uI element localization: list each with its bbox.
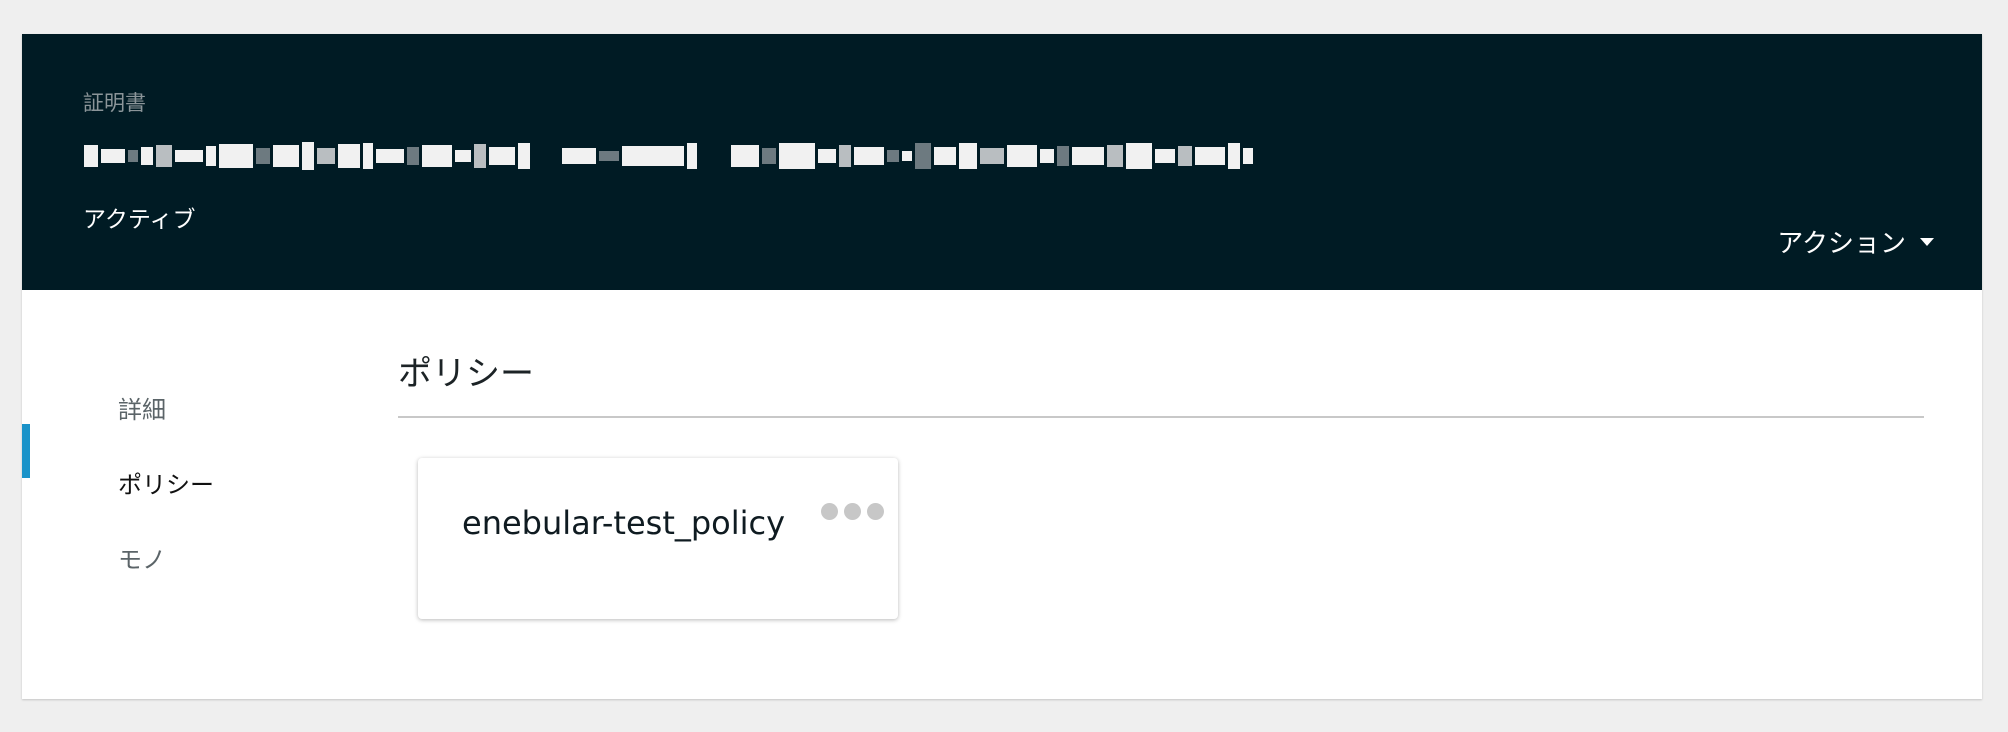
sidebar-item-things[interactable]: モノ	[118, 540, 166, 575]
certificate-id-redacted	[84, 134, 1253, 178]
certificate-status: アクティブ	[83, 207, 196, 233]
menu-dot	[821, 503, 838, 520]
sidebar-item-details[interactable]: 詳細	[118, 390, 166, 425]
nav-active-indicator	[22, 424, 30, 478]
certificate-header: 証明書 アクティブ アクション	[22, 34, 1982, 290]
header-label: 証明書	[83, 91, 146, 115]
section-title: ポリシー	[398, 354, 534, 394]
policy-card[interactable]: enebular-test_policy	[418, 458, 898, 619]
actions-dropdown-button[interactable]: アクション	[1777, 221, 1934, 261]
caret-down-icon	[1920, 238, 1934, 246]
policy-name-link[interactable]: enebular-test_policy	[462, 504, 785, 542]
actions-button-label: アクション	[1777, 228, 1906, 259]
certificate-detail-panel: 証明書 アクティブ アクション 詳細 ポリシー モノ ポリシー enebular…	[22, 34, 1982, 699]
more-horizontal-icon[interactable]	[821, 503, 884, 520]
menu-dot	[844, 503, 861, 520]
sidebar-item-policies[interactable]: ポリシー	[118, 465, 214, 500]
section-divider	[398, 416, 1924, 418]
menu-dot	[867, 503, 884, 520]
